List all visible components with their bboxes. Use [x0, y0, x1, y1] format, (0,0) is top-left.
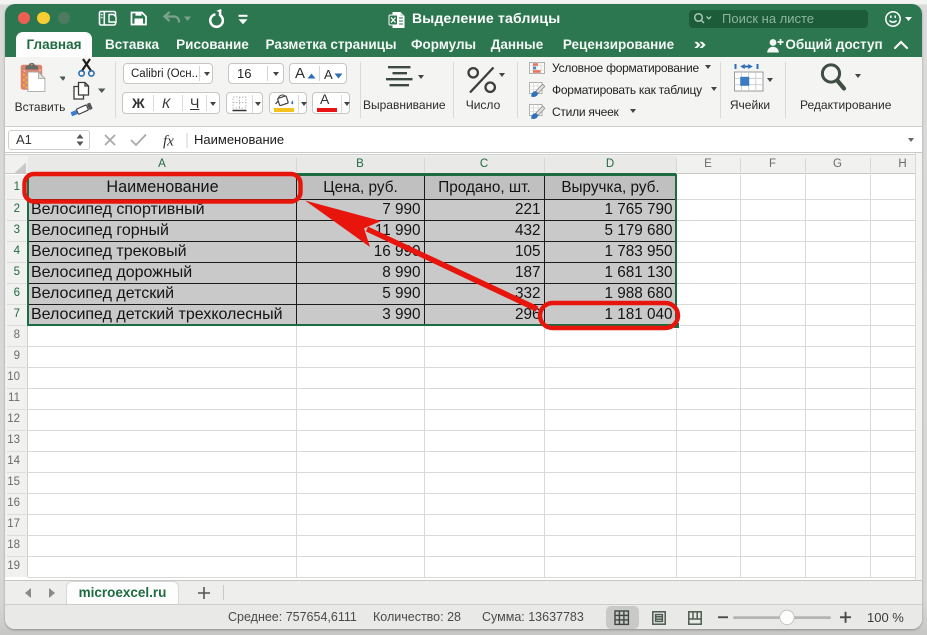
svg-text:fx: fx — [163, 134, 174, 150]
